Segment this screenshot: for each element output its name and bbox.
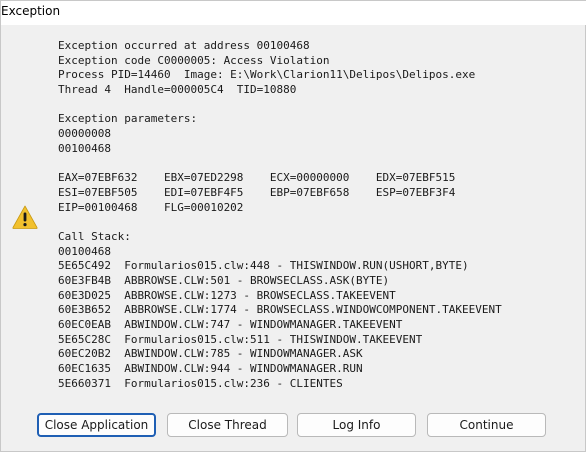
detail-line: Exception occurred at address 00100468 bbox=[58, 39, 310, 52]
detail-line: 00100468 bbox=[58, 141, 111, 155]
detail-line: Process PID=14460 Image: E:\Work\Clarion… bbox=[58, 68, 476, 82]
detail-line: 5E660371 Formularios015.clw:236 - CLIENT… bbox=[58, 376, 343, 390]
close-thread-button[interactable]: Close Thread bbox=[167, 413, 288, 437]
title-bar: Exception bbox=[1, 1, 586, 25]
exception-details: Exception occurred at address 00100468 Ex… bbox=[58, 39, 502, 392]
detail-line: Thread 4 Handle=000005C4 TID=10880 bbox=[58, 83, 297, 97]
detail-line: 60EC0EAB ABWINDOW.CLW:747 - WINDOWMANAGE… bbox=[58, 318, 403, 332]
detail-line: 00100468 bbox=[58, 244, 111, 258]
detail-line: 5E65C492 Formularios015.clw:448 - THISWI… bbox=[58, 259, 469, 273]
log-info-button[interactable]: Log Info bbox=[297, 413, 416, 437]
exception-dialog: Exception Exception occurred at address … bbox=[0, 0, 586, 452]
detail-line: Call Stack: bbox=[58, 229, 131, 243]
detail-line: 60EC20B2 ABWINDOW.CLW:785 - WINDOWMANAGE… bbox=[58, 347, 363, 361]
detail-line: Exception code C0000005: Access Violatio… bbox=[58, 53, 330, 67]
detail-line: 60EC1635 ABWINDOW.CLW:944 - WINDOWMANAGE… bbox=[58, 362, 363, 376]
detail-line: 60E3FB4B ABBROWSE.CLW:501 - BROWSECLASS.… bbox=[58, 274, 390, 287]
detail-line bbox=[58, 215, 502, 230]
detail-line: ESI=07EBF505 EDI=07EBF4F5 EBP=07EBF658 E… bbox=[58, 185, 456, 199]
detail-line: 00000008 bbox=[58, 127, 111, 141]
detail-line: Exception parameters: bbox=[58, 112, 198, 126]
detail-line: 60E3B652 ABBROWSE.CLW:1774 - BROWSECLASS… bbox=[58, 303, 502, 317]
detail-line: EIP=00100468 FLG=00010202 bbox=[58, 200, 244, 214]
detail-line: 5E65C28C Formularios015.clw:511 - THISWI… bbox=[58, 332, 423, 346]
warning-icon bbox=[12, 205, 38, 229]
continue-button[interactable]: Continue bbox=[427, 413, 546, 437]
window-title: Exception bbox=[1, 4, 61, 18]
detail-line bbox=[58, 98, 502, 113]
close-application-button[interactable]: Close Application bbox=[37, 413, 156, 437]
detail-line: EAX=07EBF632 EBX=07ED2298 ECX=00000000 E… bbox=[58, 171, 456, 185]
detail-line bbox=[58, 157, 502, 172]
detail-line: 60E3D025 ABBROWSE.CLW:1273 - BROWSECLASS… bbox=[58, 288, 396, 302]
